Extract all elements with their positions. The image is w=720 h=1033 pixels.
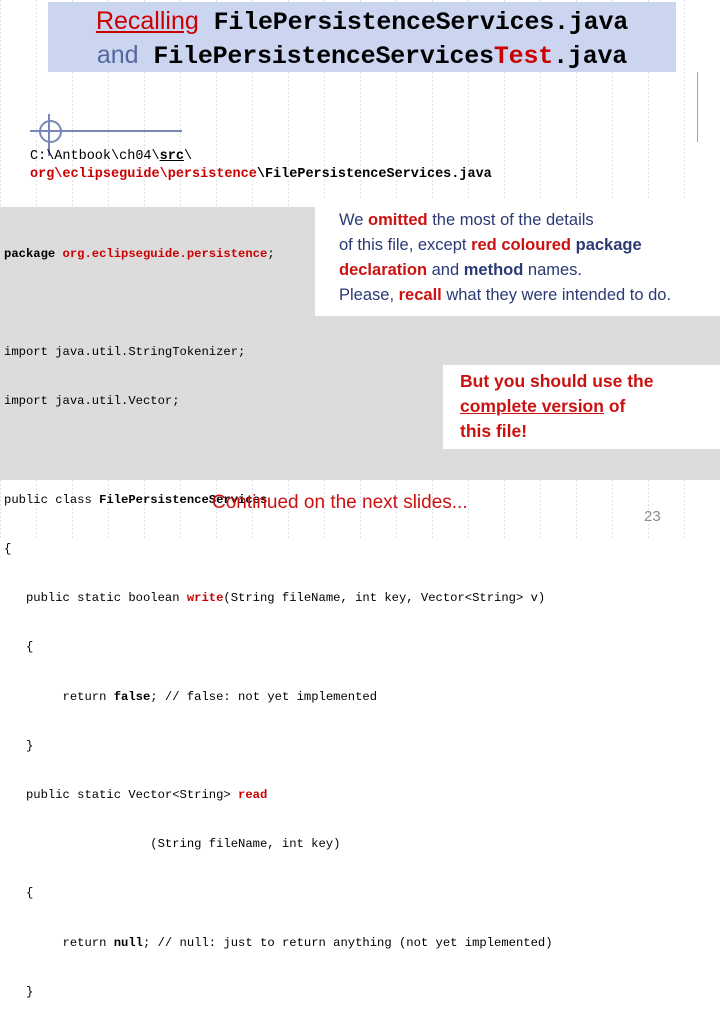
code-package-name: org.eclipseguide.persistence [55, 246, 268, 261]
code-line-return-null: return null; // null: just to return any… [0, 935, 720, 951]
code-line-open-brace-read: { [4, 886, 34, 901]
code-line-return-false: return false; // false: not yet implemen… [0, 689, 720, 705]
note-l4-a: Please, [339, 286, 399, 304]
title-spacer [199, 8, 214, 37]
code-line-write-signature: public static boolean write(String fileN… [0, 590, 720, 606]
callout-l2-b: of [603, 396, 626, 416]
code-line-read-params: (String fileName, int key) [4, 837, 341, 852]
code-line-open-brace-write: { [4, 640, 34, 655]
title-file-prefix-2: FilePersistenceServices [153, 42, 494, 71]
title-file-test-2: Test [493, 42, 554, 71]
code-literal-null: null [113, 935, 143, 950]
note-emphasis-recall: recall [398, 286, 442, 304]
note-l1-a: We [339, 211, 369, 229]
explanation-note-panel: We omitted the most of the details of th… [315, 200, 720, 316]
code-line-read-signature: public static Vector<String> read [0, 787, 720, 803]
note-l3-b: and [427, 261, 464, 279]
code-method-read: read [238, 788, 268, 803]
note-l3-d: names. [523, 261, 583, 279]
code-write-prefix: public static boolean [4, 591, 187, 606]
continued-footer-note: Continued on the next slides... [212, 492, 468, 513]
path-tail-slash: \ [183, 149, 193, 164]
note-line-1: We omitted the most of the details [339, 208, 719, 233]
note-emphasis-declaration: declaration [339, 261, 428, 279]
callout-line-3: this file! [460, 421, 528, 441]
callout-line-1: But you should use the [460, 371, 654, 391]
note-l1-c: the most of the details [427, 211, 594, 229]
title-file-suffix-2: .java [553, 42, 628, 71]
path-package-segment: org\eclipseguide\persistence [30, 167, 257, 182]
callout-emphasis-complete-version: complete version [460, 396, 604, 416]
slide-page-number: 23 [644, 508, 661, 525]
note-line-3: declaration and method names. [339, 258, 719, 283]
code-line-close-brace-read: } [4, 984, 34, 999]
slide-canvas: Recalling FilePersistenceServices.java a… [0, 0, 720, 999]
code-semicolon-1: ; [267, 246, 275, 261]
callout-line-2: complete version of [460, 394, 710, 419]
note-emphasis-package: package [575, 236, 642, 254]
code-keyword-package: package [4, 246, 56, 261]
code-comment-2: ; // null: just to return anything (not … [142, 935, 553, 950]
note-emphasis-red-coloured: red coloured [471, 236, 572, 254]
code-write-params: (String fileName, int key, Vector<String… [223, 591, 546, 606]
file-path-block: C:\Antbook\ch04\src\ org\eclipseguide\pe… [30, 148, 690, 184]
code-read-prefix: public static Vector<String> [4, 788, 239, 803]
title-spacer-2 [139, 42, 154, 71]
title-line-1: Recalling FilePersistenceServices.java [48, 5, 676, 39]
file-path-line-1: C:\Antbook\ch04\src\ [30, 148, 690, 166]
note-line-4: Please, recall what they were intended t… [339, 283, 719, 308]
warning-callout-box: But you should use the complete version … [443, 365, 720, 449]
code-line-import-1: import java.util.StringTokenizer; [4, 345, 246, 360]
code-literal-false: false [113, 689, 151, 704]
decorative-circle-icon [39, 120, 62, 143]
path-src-segment: src [159, 149, 184, 164]
note-emphasis-method: method [463, 261, 524, 279]
code-method-write: write [186, 591, 224, 606]
note-l4-c: what they were intended to do. [441, 286, 672, 304]
code-return-prefix-2: return [4, 935, 114, 950]
warning-callout-text: But you should use the complete version … [460, 369, 710, 444]
code-return-prefix-1: return [4, 689, 114, 704]
title-file-name-1: FilePersistenceServices.java [213, 8, 629, 37]
file-path-line-2: org\eclipseguide\persistence\FilePersist… [30, 166, 690, 184]
title-recalling-word: Recalling [95, 7, 199, 35]
code-line-close-brace-write: } [4, 738, 34, 753]
explanation-note-text: We omitted the most of the details of th… [339, 208, 719, 308]
path-drive-segment: C:\Antbook\ch04\ [30, 149, 160, 164]
note-emphasis-omitted: omitted [368, 211, 428, 229]
code-line-open-brace-class: { [4, 542, 12, 557]
slide-title-band: Recalling FilePersistenceServices.java a… [48, 2, 676, 72]
note-l2-a: of this file, except [339, 236, 472, 254]
note-line-2: of this file, except red coloured packag… [339, 233, 719, 258]
code-class-prefix: public class [4, 492, 100, 507]
title-line-2: and FilePersistenceServicesTest.java [48, 39, 676, 73]
path-file-segment: \FilePersistenceServices.java [256, 167, 492, 182]
decorative-right-vertical-line [697, 72, 698, 142]
title-and-word: and [96, 41, 139, 69]
code-comment-1: ; // false: not yet implemented [150, 689, 378, 704]
